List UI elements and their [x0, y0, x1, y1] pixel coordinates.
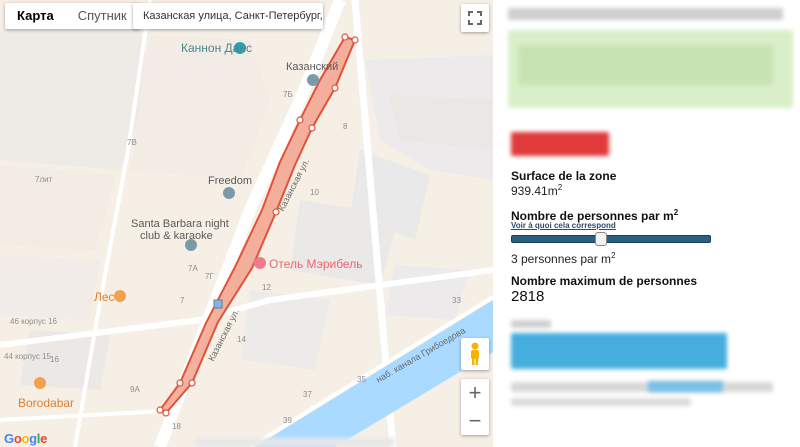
map-canvas	[0, 0, 493, 447]
blurred-line	[511, 398, 691, 406]
house-number: 7лит	[35, 175, 53, 184]
density-info-link[interactable]: Voir à quoi cela correspond	[511, 221, 616, 230]
house-number: 7Г	[205, 272, 214, 281]
fullscreen-button[interactable]	[461, 4, 489, 32]
google-logo: Google	[4, 431, 48, 446]
house-number: 16	[50, 355, 59, 364]
map-type-toggle: Карта Спутник	[5, 3, 139, 29]
blurred-line	[511, 320, 551, 328]
fullscreen-icon	[468, 11, 482, 25]
house-number: 10	[310, 188, 319, 197]
zone-info-panel: Surface de la zone 939.41m2 Nombre de pe…	[493, 0, 800, 447]
house-number: 7А	[188, 264, 198, 273]
poi-kannon-dance[interactable]: Каннон Данс	[181, 41, 252, 55]
zoom-in-button[interactable]: +	[461, 379, 489, 407]
blurred-header	[508, 8, 783, 20]
address-search-box[interactable]: Казанская улица, Санкт-Петербург, Ро...	[133, 3, 323, 29]
house-number: 46 корпус 16	[10, 317, 57, 326]
density-slider-track[interactable]	[511, 235, 711, 243]
poi-hotel[interactable]: Отель Мэрибель	[269, 257, 362, 271]
zoom-out-button[interactable]: −	[461, 407, 489, 435]
poi-kazansky[interactable]: Казанский	[286, 61, 338, 73]
house-number: 7B	[127, 138, 137, 147]
house-number: 7Б	[283, 90, 293, 99]
blurred-link-highlight	[648, 381, 723, 392]
blurred-blue-button	[511, 333, 727, 369]
zoom-control: + −	[461, 379, 489, 435]
map-type-satellite-tab[interactable]: Спутник	[66, 3, 139, 29]
house-number: 12	[262, 283, 271, 292]
pegman-icon	[471, 342, 479, 365]
poi-santa-barbara-line2[interactable]: club & karaoke	[140, 230, 213, 242]
map-type-map-tab[interactable]: Карта	[5, 3, 66, 29]
surface-title: Surface de la zone	[511, 169, 617, 183]
house-number: 39	[283, 416, 292, 425]
blurred-red-badge	[511, 132, 609, 156]
poi-freedom[interactable]: Freedom	[208, 175, 252, 187]
density-value: 3 personnes par m2	[511, 251, 616, 266]
poi-les[interactable]: Лес	[94, 290, 115, 304]
max-people-value: 2818	[511, 288, 545, 305]
street-view-button[interactable]	[461, 338, 489, 370]
house-number: 14	[237, 335, 246, 344]
house-number: 44 корпус 15	[4, 352, 51, 361]
house-number: 35	[357, 375, 366, 384]
blurred-link-text	[511, 382, 773, 392]
house-number: 18	[172, 422, 181, 431]
house-number: 37	[303, 390, 312, 399]
house-number: 8	[343, 122, 348, 131]
poi-borodabar[interactable]: Borodabar	[18, 396, 74, 410]
blurred-green-text	[518, 45, 773, 85]
max-people-title: Nombre maximum de personnes	[511, 274, 698, 288]
house-number: 9А	[130, 385, 140, 394]
house-number: 33	[452, 296, 461, 305]
map-attribution-blurred	[195, 438, 395, 447]
surface-value: 939.41m2	[511, 183, 563, 198]
map[interactable]: Казанская ул. Казанская ул. наб. канала …	[0, 0, 493, 447]
house-number: 7	[180, 296, 185, 305]
poi-santa-barbara-line1[interactable]: Santa Barbara night	[131, 218, 229, 230]
density-slider-thumb[interactable]	[595, 232, 607, 246]
